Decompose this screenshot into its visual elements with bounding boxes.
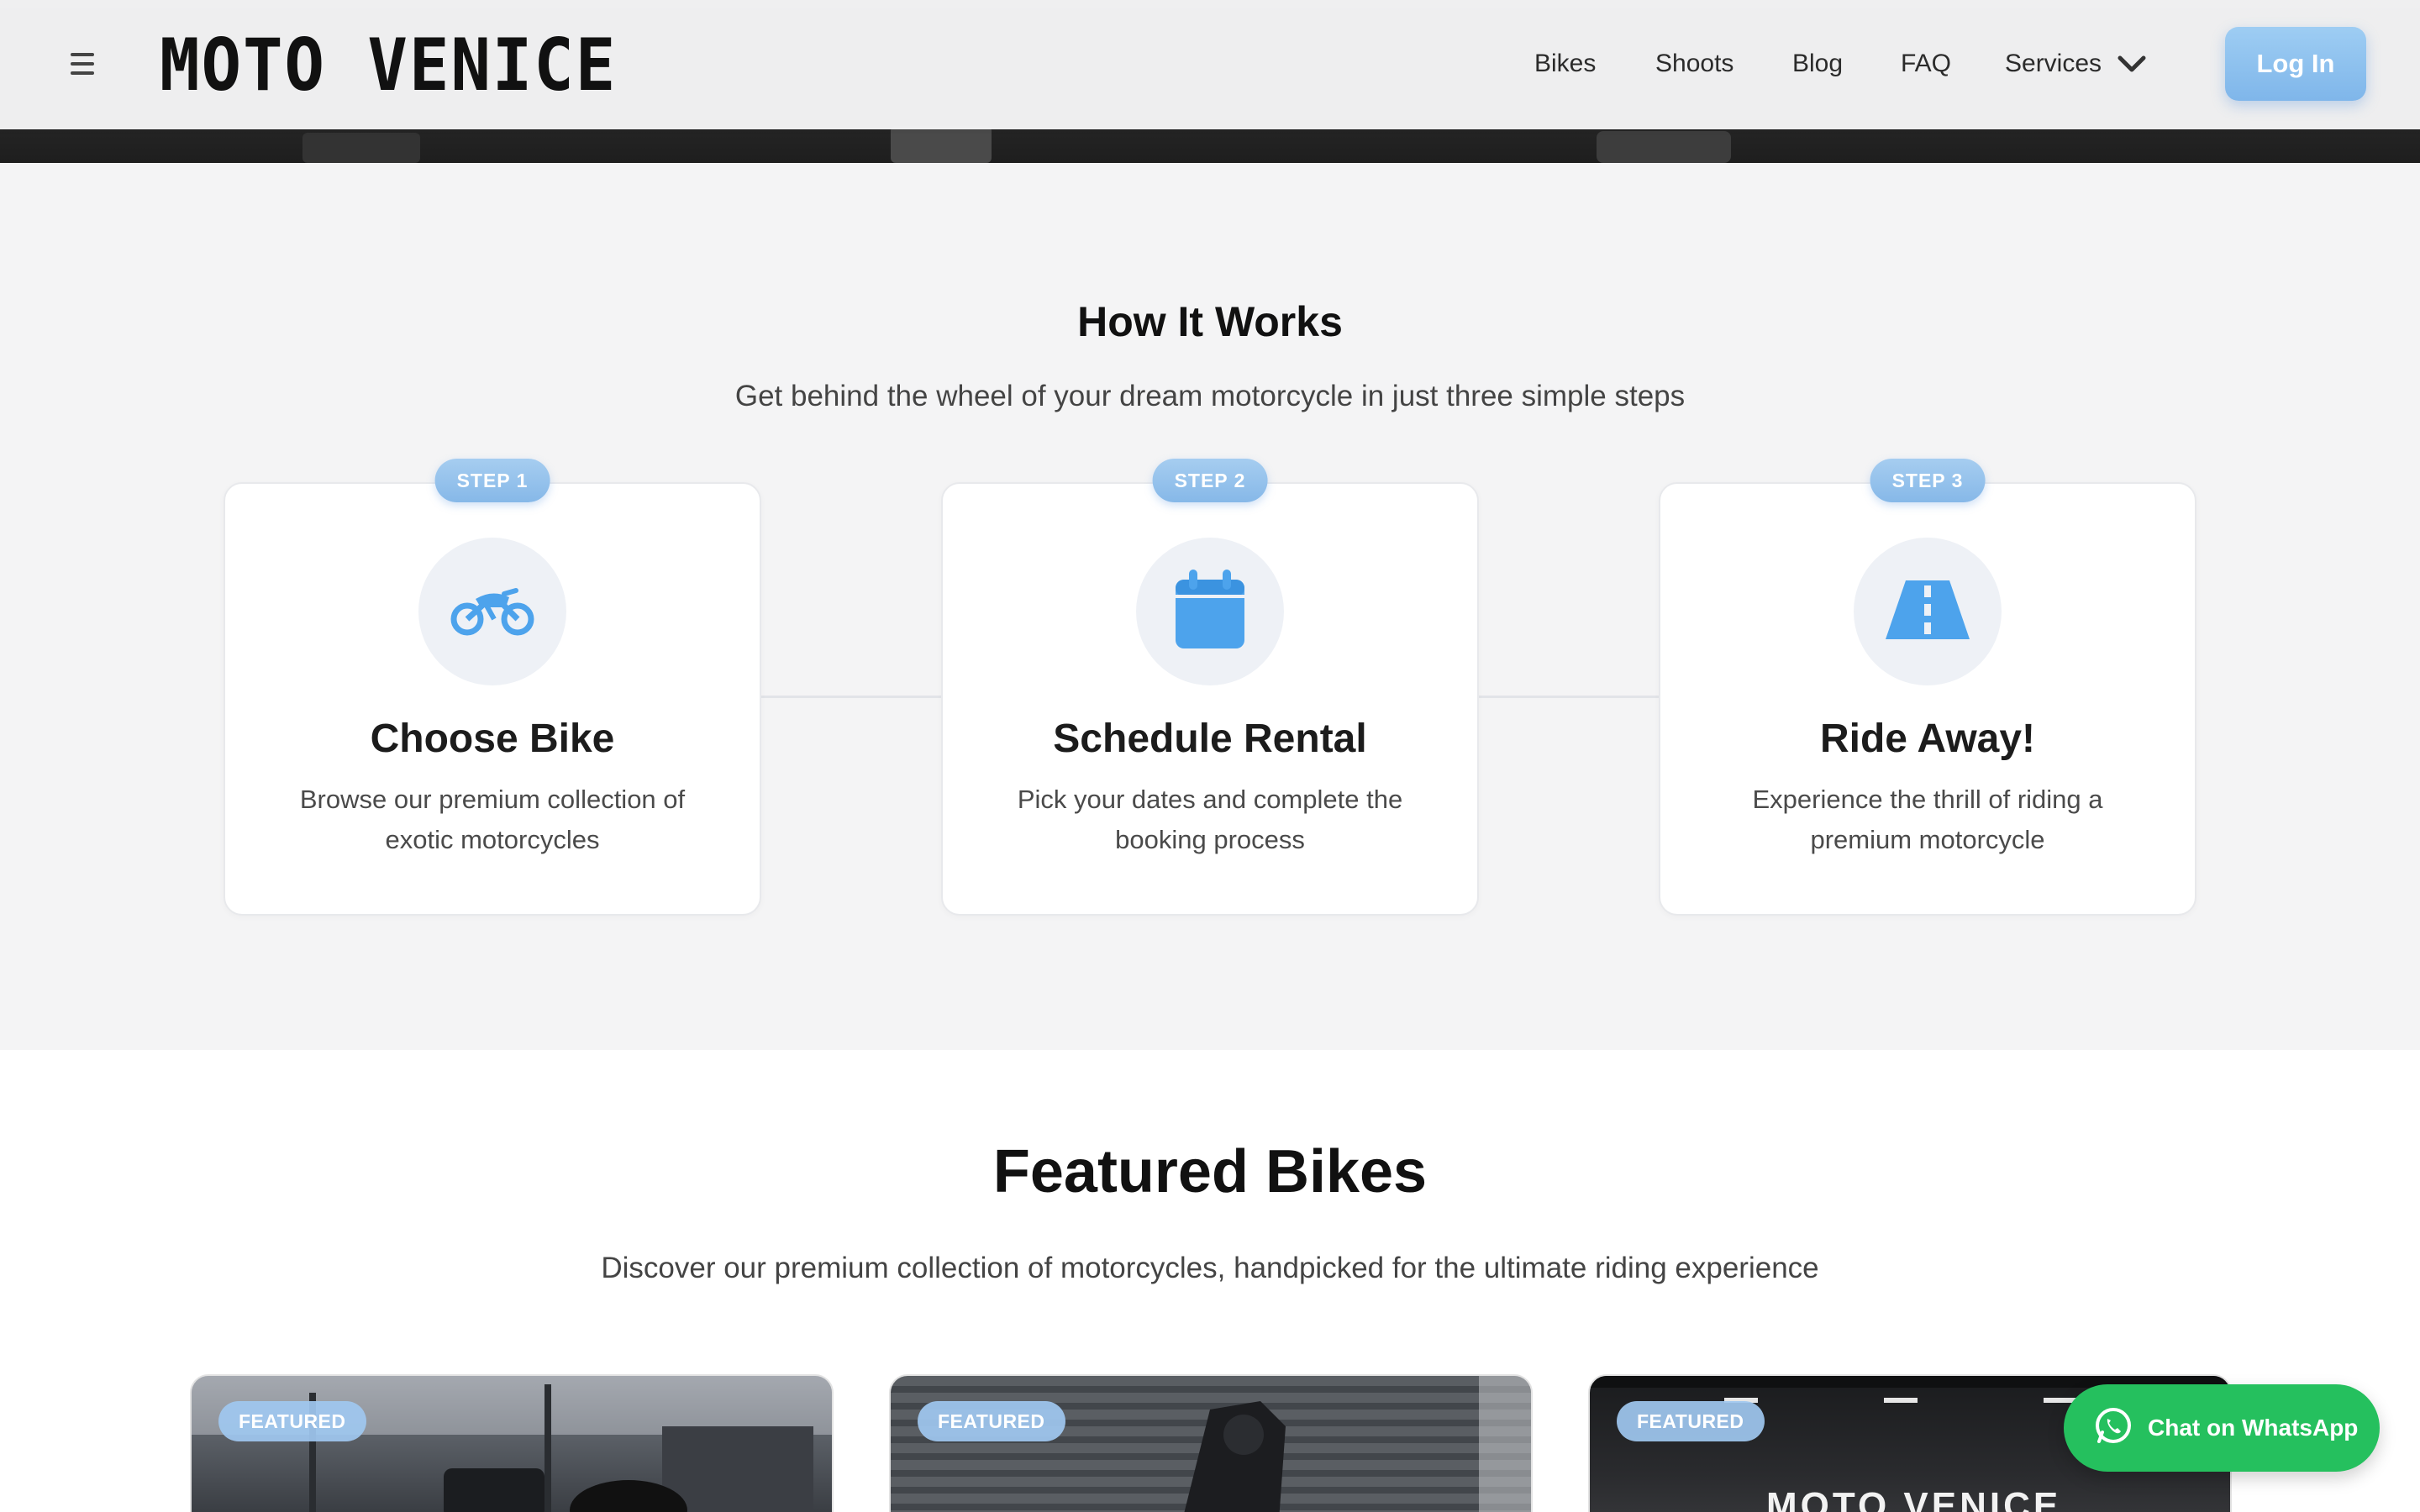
login-button[interactable]: Log In	[2225, 27, 2366, 101]
step-icon-wrapper	[1136, 538, 1284, 685]
whatsapp-chat-button[interactable]: Chat on WhatsApp	[2064, 1384, 2380, 1472]
site-header: MOTO VENICE Bikes Shoots Blog FAQ Servic…	[0, 0, 2420, 129]
how-it-works-section: How It Works Get behind the wheel of you…	[0, 163, 2420, 1050]
nav-bikes[interactable]: Bikes	[1534, 44, 1596, 84]
featured-badge: FEATURED	[1617, 1401, 1765, 1441]
featured-bikes-section: Featured Bikes Discover our premium coll…	[0, 1050, 2420, 1512]
road-icon	[1886, 580, 1970, 643]
section-subtitle: Discover our premium collection of motor…	[601, 1252, 1819, 1284]
step-title: Choose Bike	[370, 717, 615, 761]
photo-sign-text: MOTO VENICE	[1766, 1485, 2062, 1512]
section-title: How It Works	[1077, 298, 1343, 345]
section-subtitle: Get behind the wheel of your dream motor…	[734, 380, 1686, 412]
featured-badge: FEATURED	[218, 1401, 366, 1441]
step-description: Experience the thrill of riding a premiu…	[1752, 785, 2103, 854]
nav-blog[interactable]: Blog	[1792, 44, 1843, 84]
step-card-ride-away: STEP 3 Ride Away! Experience the thrill …	[1659, 459, 2196, 916]
nav-faq[interactable]: FAQ	[1901, 44, 1951, 84]
whatsapp-label: Chat on WhatsApp	[2148, 1415, 2359, 1441]
step-connector	[1479, 696, 1660, 698]
step-description: Pick your dates and complete the booking…	[1017, 785, 1403, 854]
step-badge: STEP 2	[1152, 459, 1268, 502]
chevron-down-icon	[2117, 54, 2147, 74]
step-title: Ride Away!	[1819, 717, 2036, 761]
step-description: Browse our premium collection of exotic …	[299, 785, 686, 854]
nav-services-label: Services	[2005, 50, 2102, 77]
step-connector	[761, 696, 943, 698]
step-title: Schedule Rental	[1053, 717, 1367, 761]
whatsapp-icon	[2094, 1406, 2133, 1451]
bike-photo	[891, 1376, 1531, 1512]
motorcycle-icon	[450, 582, 534, 642]
step-badge: STEP 1	[434, 459, 550, 502]
step-icon-wrapper	[1854, 538, 2002, 685]
step-icon-wrapper	[418, 538, 566, 685]
featured-badge: FEATURED	[918, 1401, 1065, 1441]
bike-card[interactable]: FEATURED	[889, 1374, 1533, 1512]
nav-services[interactable]: Services	[2005, 44, 2147, 84]
bike-card[interactable]: FEATURED	[190, 1374, 834, 1512]
step-badge: STEP 3	[1870, 459, 1986, 502]
nav-shoots[interactable]: Shoots	[1655, 44, 1733, 84]
step-card-schedule-rental: STEP 2 Schedule Rental Pick your dates a…	[941, 459, 1479, 916]
section-title: Featured Bikes	[992, 1138, 1428, 1205]
step-card-choose-bike: STEP 1 Choose Bike Browse our premium co…	[224, 459, 761, 916]
main-nav: Bikes Shoots Blog FAQ Services	[0, 44, 2420, 84]
calendar-icon	[1174, 569, 1246, 654]
bike-photo	[192, 1376, 832, 1512]
